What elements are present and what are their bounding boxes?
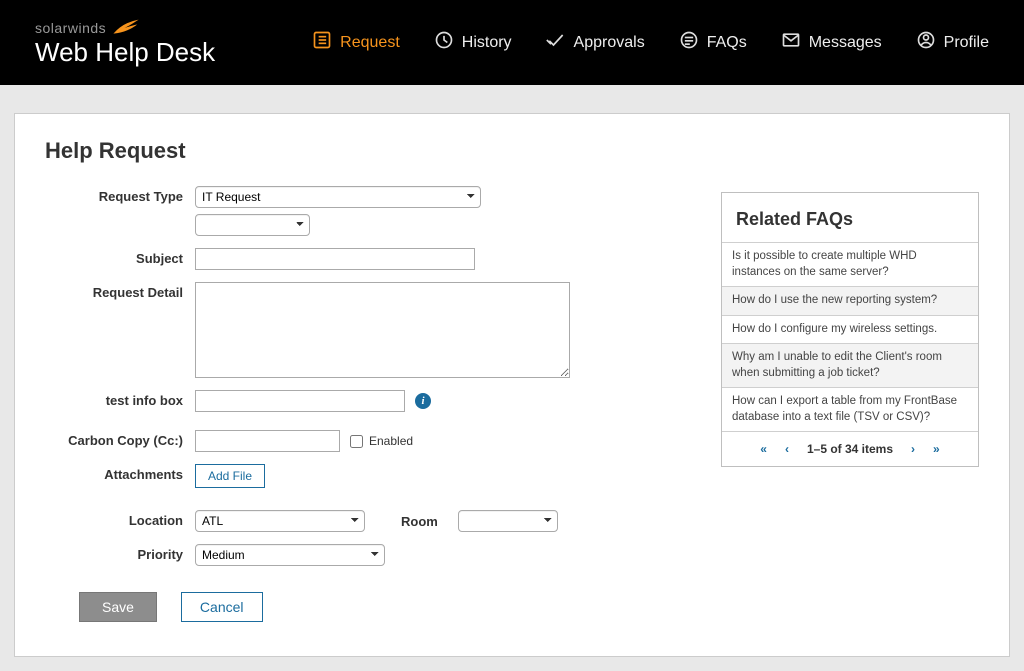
- form-area: Help Request Request Type IT Request Sub…: [45, 138, 677, 622]
- nav-label: History: [462, 34, 512, 52]
- page-container: Help Request Request Type IT Request Sub…: [14, 113, 1010, 657]
- check-icon: [546, 30, 566, 55]
- solarwinds-logo-icon: [112, 17, 140, 39]
- pager-first-icon[interactable]: «: [760, 442, 767, 456]
- faq-list: Is it possible to create multiple WHD in…: [722, 242, 978, 432]
- nav-request[interactable]: Request: [312, 30, 400, 55]
- related-faqs-panel: Related FAQs Is it possible to create mu…: [721, 192, 979, 467]
- nav-label: FAQs: [707, 34, 747, 52]
- nav-label: Profile: [944, 34, 989, 52]
- cc-enabled-checkbox[interactable]: [350, 435, 363, 448]
- faq-item[interactable]: Is it possible to create multiple WHD in…: [722, 243, 978, 287]
- page-title: Help Request: [45, 138, 677, 164]
- action-row: Save Cancel: [79, 592, 677, 622]
- label-request-type: Request Type: [45, 186, 195, 204]
- faq-item[interactable]: How can I export a table from my FrontBa…: [722, 388, 978, 432]
- nav-faqs[interactable]: FAQs: [679, 30, 747, 55]
- label-request-detail: Request Detail: [45, 282, 195, 300]
- subject-input[interactable]: [195, 248, 475, 270]
- nav-profile[interactable]: Profile: [916, 30, 989, 55]
- envelope-icon: [781, 30, 801, 55]
- label-attachments: Attachments: [45, 464, 195, 482]
- nav-approvals[interactable]: Approvals: [546, 30, 645, 55]
- request-subtype-select[interactable]: [195, 214, 310, 236]
- info-icon[interactable]: i: [415, 393, 431, 409]
- request-type-select[interactable]: IT Request: [195, 186, 481, 208]
- list-icon: [312, 30, 332, 55]
- pager-next-icon[interactable]: ›: [911, 442, 915, 456]
- label-location: Location: [45, 510, 195, 528]
- cc-enabled-wrapper[interactable]: Enabled: [350, 434, 413, 448]
- pager-last-icon[interactable]: »: [933, 442, 940, 456]
- cancel-button[interactable]: Cancel: [181, 592, 263, 622]
- label-test-info-box: test info box: [45, 390, 195, 408]
- logo: solarwinds Web Help Desk: [35, 17, 215, 68]
- nav-label: Request: [340, 34, 400, 52]
- user-icon: [916, 30, 936, 55]
- app-title: Web Help Desk: [35, 37, 215, 68]
- priority-select[interactable]: Medium: [195, 544, 385, 566]
- nav-label: Approvals: [574, 34, 645, 52]
- faq-item[interactable]: Why am I unable to edit the Client's roo…: [722, 344, 978, 388]
- clock-icon: [434, 30, 454, 55]
- test-info-box-input[interactable]: [195, 390, 405, 412]
- faq-item[interactable]: How do I use the new reporting system?: [722, 287, 978, 316]
- app-header: solarwinds Web Help Desk Request History…: [0, 0, 1024, 85]
- save-button[interactable]: Save: [79, 592, 157, 622]
- pager-prev-icon[interactable]: ‹: [785, 442, 789, 456]
- top-nav: Request History Approvals FAQs Messages …: [312, 30, 989, 55]
- nav-messages[interactable]: Messages: [781, 30, 882, 55]
- faq-panel-title: Related FAQs: [722, 193, 978, 242]
- location-select[interactable]: ATL: [195, 510, 365, 532]
- faq-pager: « ‹ 1–5 of 34 items › »: [722, 432, 978, 466]
- nav-label: Messages: [809, 34, 882, 52]
- request-detail-textarea[interactable]: [195, 282, 570, 378]
- brand-text: solarwinds: [35, 20, 106, 36]
- cc-input[interactable]: [195, 430, 340, 452]
- nav-history[interactable]: History: [434, 30, 512, 55]
- cc-enabled-label: Enabled: [369, 434, 413, 448]
- label-priority: Priority: [45, 544, 195, 562]
- add-file-button[interactable]: Add File: [195, 464, 265, 488]
- label-subject: Subject: [45, 248, 195, 266]
- label-room: Room: [375, 514, 448, 529]
- label-cc: Carbon Copy (Cc:): [45, 430, 195, 448]
- faq-item[interactable]: How do I configure my wireless settings.: [722, 316, 978, 345]
- pager-status: 1–5 of 34 items: [807, 442, 893, 456]
- room-select[interactable]: [458, 510, 558, 532]
- faq-icon: [679, 30, 699, 55]
